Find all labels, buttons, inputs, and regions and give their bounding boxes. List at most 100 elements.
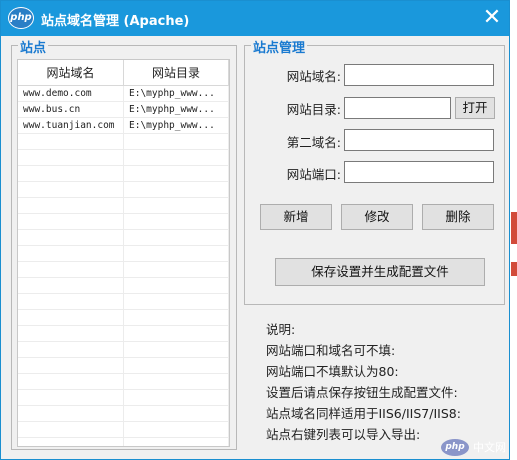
close-icon[interactable]: ✕ bbox=[479, 5, 505, 31]
watermark-text: 中文网 bbox=[473, 441, 506, 454]
delete-button[interactable]: 删除 bbox=[422, 204, 494, 230]
empty-cell bbox=[18, 230, 124, 245]
empty-cell bbox=[18, 358, 124, 373]
empty-table-row bbox=[18, 166, 229, 182]
note-line: 设置后请点保存按钮生成配置文件: bbox=[266, 385, 458, 400]
empty-table-row bbox=[18, 246, 229, 262]
table-row[interactable]: www.tuanjian.com E:\myphp_www... bbox=[18, 118, 229, 134]
site-list-table[interactable]: 网站域名 网站目录 www.demo.com E:\myphp_www... w… bbox=[17, 59, 230, 447]
table-row[interactable]: www.bus.cn E:\myphp_www... bbox=[18, 102, 229, 118]
empty-table-row bbox=[18, 390, 229, 406]
empty-table-row bbox=[18, 278, 229, 294]
row-domain-cell: www.bus.cn bbox=[18, 102, 124, 117]
empty-cell bbox=[18, 134, 124, 149]
directory-label: 网站目录: bbox=[286, 102, 341, 117]
empty-cell bbox=[124, 374, 229, 389]
empty-rows bbox=[18, 134, 229, 446]
open-directory-button[interactable]: 打开 bbox=[455, 97, 495, 119]
empty-cell bbox=[18, 214, 124, 229]
second-domain-label: 第二域名: bbox=[286, 135, 341, 150]
background-accent bbox=[511, 212, 517, 244]
empty-cell bbox=[18, 278, 124, 293]
manage-group: 站点管理 网站域名: 网站目录: 打开 第二域名: 网站端口: 新增 修改 删除… bbox=[244, 37, 505, 305]
empty-table-row bbox=[18, 294, 229, 310]
empty-cell bbox=[124, 246, 229, 261]
empty-cell bbox=[124, 342, 229, 357]
empty-cell bbox=[124, 358, 229, 373]
port-input[interactable] bbox=[344, 161, 494, 183]
empty-cell bbox=[124, 214, 229, 229]
manage-group-label: 站点管理 bbox=[251, 37, 308, 56]
empty-cell bbox=[124, 150, 229, 165]
empty-table-row bbox=[18, 422, 229, 438]
watermark-logo-icon: php bbox=[441, 438, 469, 456]
empty-table-row bbox=[18, 358, 229, 374]
empty-cell bbox=[18, 406, 124, 421]
domain-label: 网站域名: bbox=[286, 69, 341, 84]
table-header: 网站域名 网站目录 bbox=[18, 60, 229, 86]
empty-cell bbox=[124, 230, 229, 245]
instructions-text: 说明: 网站端口和域名可不填: 网站端口不填默认为80: 设置后请点保存按钮生成… bbox=[266, 319, 461, 445]
note-line: 站点右键列表可以导入导出: bbox=[266, 427, 421, 442]
empty-cell bbox=[124, 278, 229, 293]
empty-cell bbox=[18, 342, 124, 357]
domain-input[interactable] bbox=[344, 64, 494, 86]
site-manager-window: php 站点域名管理 (Apache) ✕ 站点 网站域名 网站目录 www.d… bbox=[0, 0, 510, 460]
empty-table-row bbox=[18, 182, 229, 198]
empty-table-row bbox=[18, 438, 229, 446]
row-domain-cell: www.tuanjian.com bbox=[18, 118, 124, 133]
note-line: 站点域名同样适用于IIS6/IIS7/IIS8: bbox=[266, 406, 461, 421]
note-line: 说明: bbox=[266, 322, 296, 337]
column-header-directory[interactable]: 网站目录 bbox=[124, 60, 229, 86]
row-directory-cell: E:\myphp_www... bbox=[124, 102, 229, 117]
sites-group: 站点 网站域名 网站目录 www.demo.com E:\myphp_www..… bbox=[11, 37, 237, 450]
empty-cell bbox=[18, 310, 124, 325]
empty-cell bbox=[18, 326, 124, 341]
second-domain-input[interactable] bbox=[344, 129, 494, 151]
save-generate-config-button[interactable]: 保存设置并生成配置文件 bbox=[275, 258, 485, 286]
note-line: 网站端口和域名可不填: bbox=[266, 343, 396, 358]
edit-button[interactable]: 修改 bbox=[341, 204, 413, 230]
empty-table-row bbox=[18, 134, 229, 150]
php-logo-icon: php bbox=[8, 7, 34, 29]
empty-cell bbox=[18, 166, 124, 181]
empty-cell bbox=[124, 198, 229, 213]
add-button[interactable]: 新增 bbox=[260, 204, 332, 230]
empty-cell bbox=[124, 182, 229, 197]
empty-cell bbox=[18, 198, 124, 213]
empty-cell bbox=[18, 182, 124, 197]
empty-table-row bbox=[18, 326, 229, 342]
empty-cell bbox=[18, 374, 124, 389]
note-line: 网站端口不填默认为80: bbox=[266, 364, 399, 379]
title-bar[interactable]: php 站点域名管理 (Apache) ✕ bbox=[1, 1, 509, 36]
column-header-domain[interactable]: 网站域名 bbox=[18, 60, 124, 86]
empty-cell bbox=[124, 262, 229, 277]
empty-cell bbox=[124, 134, 229, 149]
table-row[interactable]: www.demo.com E:\myphp_www... bbox=[18, 86, 229, 102]
empty-table-row bbox=[18, 310, 229, 326]
empty-cell bbox=[124, 422, 229, 437]
sites-group-label: 站点 bbox=[18, 37, 49, 56]
watermark: php 中文网 bbox=[441, 437, 506, 457]
empty-cell bbox=[18, 438, 124, 446]
empty-cell bbox=[124, 294, 229, 309]
empty-cell bbox=[18, 246, 124, 261]
port-label: 网站端口: bbox=[286, 167, 341, 182]
empty-table-row bbox=[18, 150, 229, 166]
empty-cell bbox=[18, 294, 124, 309]
empty-cell bbox=[124, 310, 229, 325]
row-domain-cell: www.demo.com bbox=[18, 86, 124, 101]
empty-cell bbox=[124, 406, 229, 421]
row-directory-cell: E:\myphp_www... bbox=[124, 86, 229, 101]
empty-cell bbox=[124, 326, 229, 341]
empty-table-row bbox=[18, 214, 229, 230]
empty-table-row bbox=[18, 230, 229, 246]
empty-cell bbox=[124, 390, 229, 405]
empty-table-row bbox=[18, 342, 229, 358]
empty-table-row bbox=[18, 406, 229, 422]
row-directory-cell: E:\myphp_www... bbox=[124, 118, 229, 133]
empty-cell bbox=[124, 166, 229, 181]
empty-cell bbox=[18, 422, 124, 437]
background-accent bbox=[511, 262, 517, 276]
directory-input[interactable] bbox=[344, 97, 451, 119]
